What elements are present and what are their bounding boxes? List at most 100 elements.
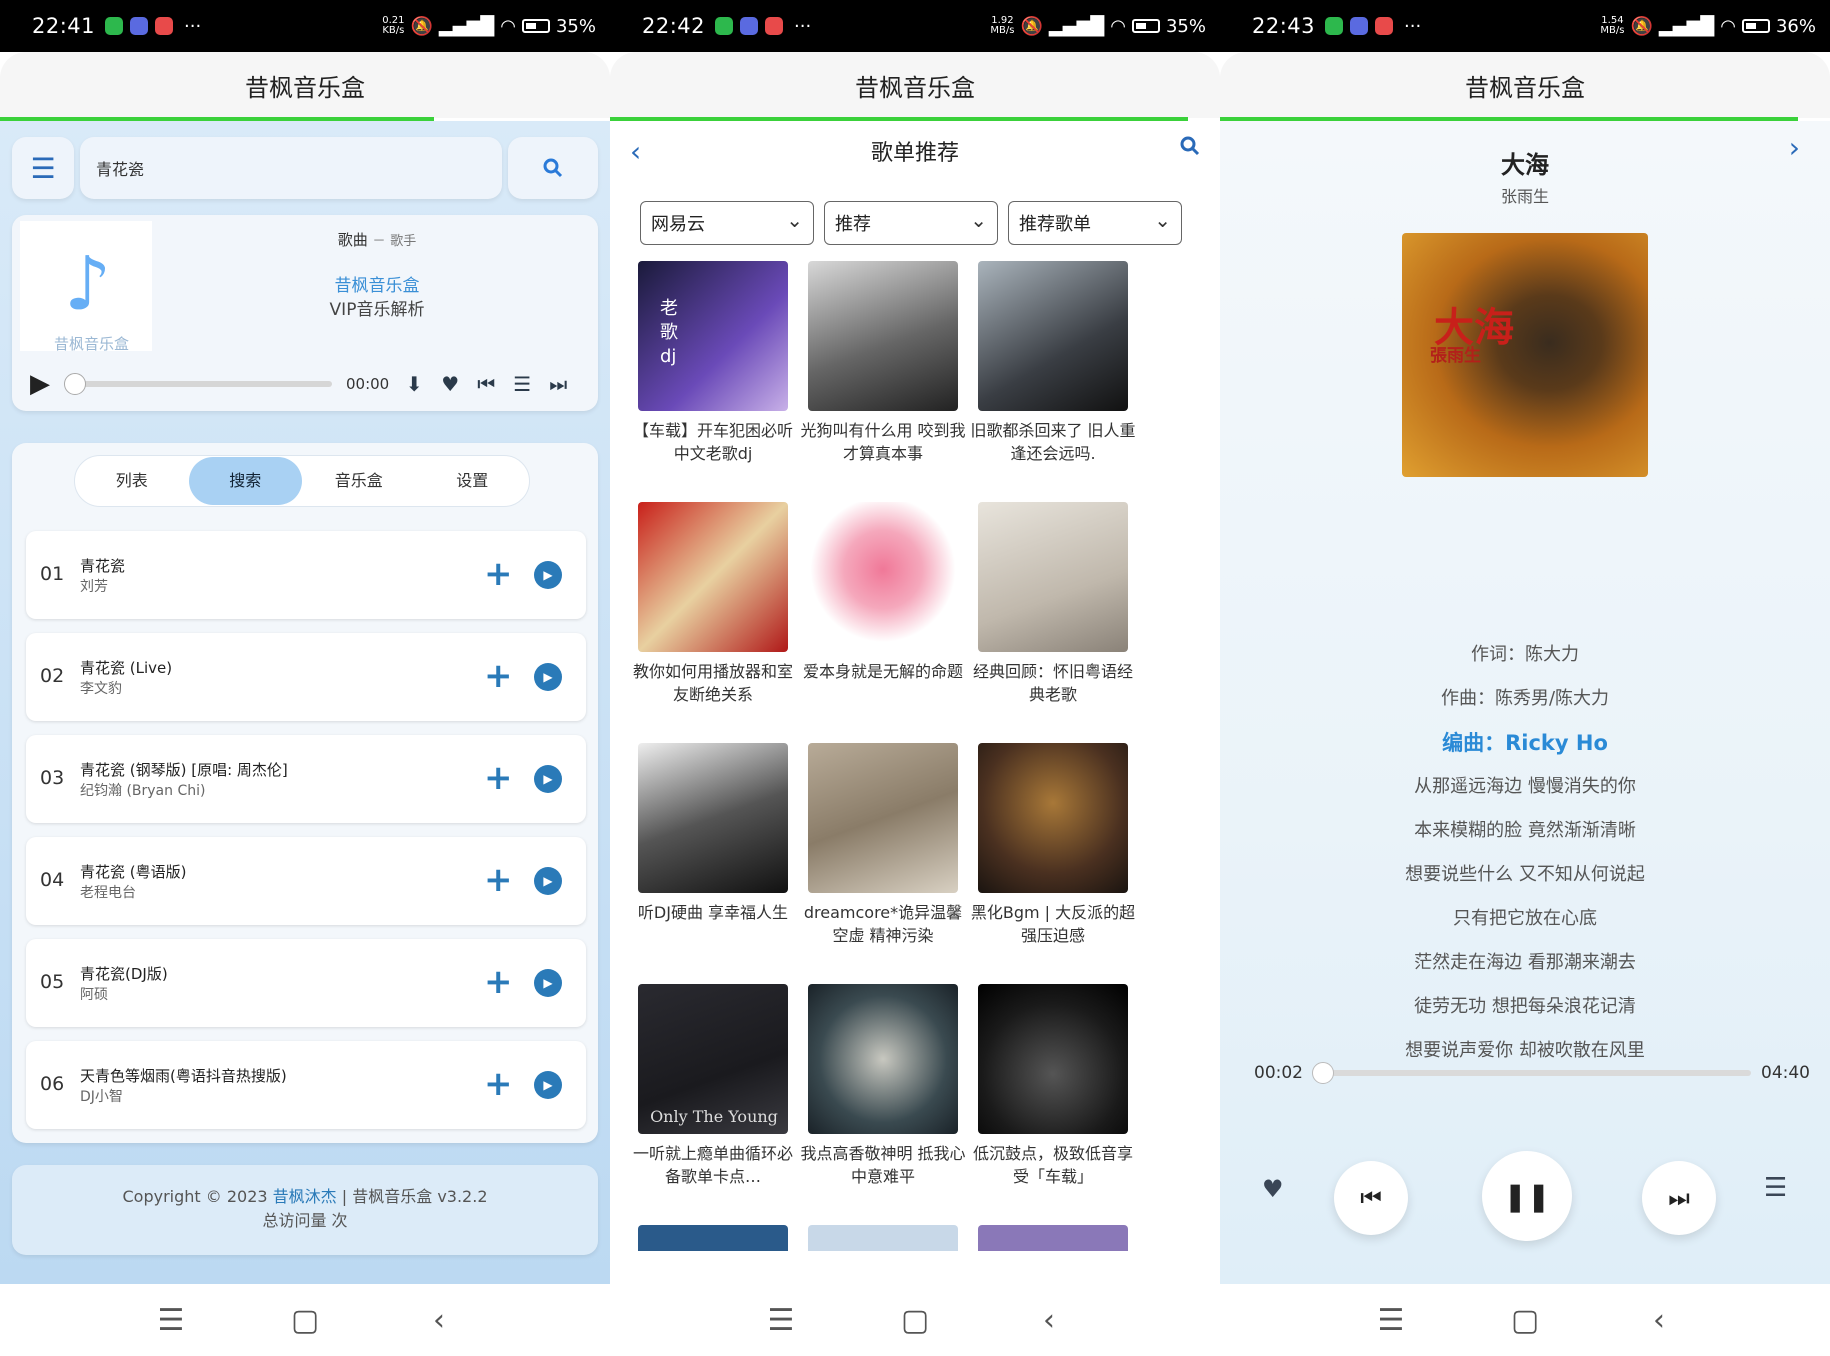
- category-select[interactable]: 推荐: [824, 201, 998, 245]
- add-icon[interactable]: +: [484, 557, 513, 591]
- playlist-tile[interactable]: 旧歌都杀回来了 旧人重逢还会远吗.: [970, 261, 1136, 465]
- previous-button[interactable]: ⏮: [1334, 1161, 1408, 1235]
- playlist-cover[interactable]: [808, 261, 958, 411]
- back-nav-icon[interactable]: ‹: [422, 1303, 456, 1338]
- playlist-caption[interactable]: 我点高香敬神明 抵我心中意难平: [798, 1142, 968, 1188]
- seek-knob[interactable]: [64, 373, 86, 395]
- play-circle-icon[interactable]: ▶: [534, 663, 562, 691]
- tab-bar: 列表 搜索 音乐盒 设置: [74, 455, 530, 507]
- add-icon[interactable]: +: [484, 965, 513, 999]
- back-nav-icon[interactable]: ‹: [1642, 1303, 1676, 1338]
- playlist-tile[interactable]: 爱本身就是无解的命题: [803, 502, 963, 683]
- play-circle-icon[interactable]: ▶: [534, 561, 562, 589]
- home-nav-icon[interactable]: ▢: [1508, 1303, 1542, 1338]
- play-icon[interactable]: ▶: [30, 369, 58, 399]
- tab-list[interactable]: 列表: [75, 457, 189, 505]
- playlist-caption[interactable]: 旧歌都杀回来了 旧人重逢还会远吗.: [968, 419, 1138, 465]
- playlist-tile[interactable]: 老歌dj 【车载】开车犯困必听中文老歌dj: [633, 261, 793, 465]
- back-chevron-icon[interactable]: ‹: [630, 135, 641, 168]
- playlist-cover[interactable]: [978, 1225, 1128, 1251]
- next-button[interactable]: ⏭: [1642, 1161, 1716, 1235]
- play-circle-icon[interactable]: ▶: [534, 867, 562, 895]
- next-icon[interactable]: ⏭: [547, 372, 569, 396]
- result-row[interactable]: 01 青花瓷 刘芳 + ▶: [26, 531, 586, 619]
- play-circle-icon[interactable]: ▶: [534, 969, 562, 997]
- row-number: 01: [40, 563, 65, 585]
- playlist-cover[interactable]: 老歌dj: [638, 261, 788, 411]
- result-row[interactable]: 04 青花瓷 (粤语版) 老程电台 + ▶: [26, 837, 586, 925]
- playlist-tile[interactable]: 黑化Bgm | 大反派的超强压迫感: [971, 743, 1135, 947]
- playlist-icon[interactable]: ☰: [511, 372, 533, 396]
- menu-button[interactable]: ☰: [12, 137, 74, 199]
- back-nav-icon[interactable]: ‹: [1032, 1303, 1066, 1338]
- seek-slider[interactable]: [64, 373, 332, 395]
- row-number: 02: [40, 665, 65, 687]
- download-icon[interactable]: ⬇: [403, 372, 425, 396]
- playlist-caption[interactable]: 低沉鼓点，极致低音享受「车载」: [968, 1142, 1138, 1188]
- add-icon[interactable]: +: [484, 863, 513, 897]
- result-row[interactable]: 03 青花瓷 (钢琴版) [原唱: 周杰伦] 纪钧瀚 (Bryan Chi) + ▶: [26, 735, 586, 823]
- playlist-icon[interactable]: ☰: [1764, 1173, 1787, 1203]
- result-row[interactable]: 05 青花瓷(DJ版) 阿硕 + ▶: [26, 939, 586, 1027]
- heart-icon[interactable]: ♥: [1262, 1175, 1284, 1203]
- playlist-tile[interactable]: 光狗叫有什么用 咬到我才算真本事: [800, 261, 966, 465]
- playlist-caption[interactable]: 听DJ硬曲 享幸福人生: [628, 901, 798, 924]
- playlist-cover[interactable]: [638, 743, 788, 893]
- pause-button[interactable]: ❚❚: [1482, 1151, 1572, 1241]
- recents-nav-icon[interactable]: ☰: [154, 1303, 188, 1338]
- row-number: 05: [40, 971, 65, 993]
- playlist-cover[interactable]: [638, 1225, 788, 1251]
- playlist-cover[interactable]: [978, 261, 1128, 411]
- home-nav-icon[interactable]: ▢: [288, 1303, 322, 1338]
- add-icon[interactable]: +: [484, 761, 513, 795]
- add-icon[interactable]: +: [484, 1067, 513, 1101]
- result-row[interactable]: 06 天青色等烟雨(粤语抖音热搜版) DJ小智 + ▶: [26, 1041, 586, 1129]
- result-row[interactable]: 02 青花瓷 (Live) 李文豹 + ▶: [26, 633, 586, 721]
- playlist-cover[interactable]: [808, 502, 958, 652]
- main-content: 歌单推荐 ‹ 网易云 推荐 推荐歌单 老歌dj【车载】开车犯困必听中文老歌dj光…: [610, 121, 1220, 1284]
- heart-icon[interactable]: ♥: [439, 372, 461, 396]
- recents-nav-icon[interactable]: ☰: [764, 1303, 798, 1338]
- source-select[interactable]: 网易云: [640, 201, 814, 245]
- recents-nav-icon[interactable]: ☰: [1374, 1303, 1408, 1338]
- playlist-caption[interactable]: 光狗叫有什么用 咬到我才算真本事: [798, 419, 968, 465]
- playlist-cover[interactable]: [978, 984, 1128, 1134]
- playlist-caption[interactable]: dreamcore*诡异温馨 空虚 精神污染: [798, 901, 968, 947]
- home-nav-icon[interactable]: ▢: [898, 1303, 932, 1338]
- row-title: 青花瓷 (粤语版): [80, 863, 187, 881]
- playlist-caption[interactable]: 【车载】开车犯困必听中文老歌dj: [628, 419, 798, 465]
- tab-settings[interactable]: 设置: [416, 457, 530, 505]
- playlist-caption[interactable]: 一听就上瘾单曲循环必备歌单卡点…: [628, 1142, 798, 1188]
- tab-music-box[interactable]: 音乐盒: [302, 457, 416, 505]
- play-circle-icon[interactable]: ▶: [534, 765, 562, 793]
- playlist-tile[interactable]: 低沉鼓点，极致低音享受「车载」: [973, 984, 1133, 1188]
- playlist-caption[interactable]: 爱本身就是无解的命题: [798, 660, 968, 683]
- playlist-cover[interactable]: Only The Young: [638, 984, 788, 1134]
- playlist-caption[interactable]: 经典回顾：怀旧粤语经典老歌: [968, 660, 1138, 706]
- playlist-tile[interactable]: 我点高香敬神明 抵我心中意难平: [800, 984, 966, 1188]
- seek-slider[interactable]: [1312, 1062, 1751, 1084]
- previous-icon[interactable]: ⏮: [475, 372, 497, 396]
- playlist-cover[interactable]: [808, 984, 958, 1134]
- type-select[interactable]: 推荐歌单: [1008, 201, 1182, 245]
- search-input[interactable]: 青花瓷: [80, 137, 502, 199]
- playlist-caption[interactable]: 教你如何用播放器和室友断绝关系: [628, 660, 798, 706]
- playlist-tile[interactable]: dreamcore*诡异温馨 空虚 精神污染: [804, 743, 962, 947]
- playlist-tile[interactable]: 经典回顾：怀旧粤语经典老歌: [973, 502, 1133, 706]
- playlist-caption[interactable]: 黑化Bgm | 大反派的超强压迫感: [968, 901, 1138, 947]
- playlist-tile[interactable]: Only The Young 一听就上瘾单曲循环必备歌单卡点…: [633, 984, 793, 1188]
- play-circle-icon[interactable]: ▶: [534, 1071, 562, 1099]
- playlist-cover[interactable]: [978, 743, 1128, 893]
- playlist-cover[interactable]: [978, 502, 1128, 652]
- add-icon[interactable]: +: [484, 659, 513, 693]
- tab-search[interactable]: 搜索: [188, 457, 302, 505]
- author-link[interactable]: 昔枫沐杰: [273, 1187, 337, 1206]
- search-button[interactable]: [508, 137, 598, 199]
- search-icon[interactable]: [1180, 135, 1200, 157]
- playlist-cover[interactable]: [808, 743, 958, 893]
- seek-knob[interactable]: [1312, 1062, 1335, 1084]
- playlist-tile[interactable]: 教你如何用播放器和室友断绝关系: [633, 502, 793, 706]
- playlist-cover[interactable]: [808, 1225, 958, 1251]
- playlist-cover[interactable]: [638, 502, 788, 652]
- playlist-tile[interactable]: 听DJ硬曲 享幸福人生: [638, 743, 788, 924]
